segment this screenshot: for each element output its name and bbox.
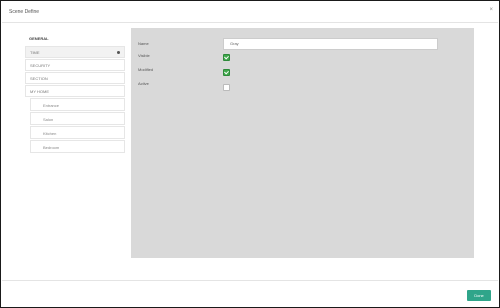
sidebar-subitem-label: Bedroom xyxy=(43,145,60,150)
title-divider xyxy=(2,22,498,23)
modified-checkbox[interactable] xyxy=(223,69,230,76)
dialog-frame: Scene Define × GENERAL TIME SECURITY SEC… xyxy=(0,0,500,308)
sidebar-subitem-bedroom[interactable]: Bedroom xyxy=(30,140,125,153)
sidebar-item-label: GENERAL xyxy=(29,36,49,41)
sidebar: GENERAL TIME SECURITY SECTION MY HOME En… xyxy=(25,33,125,154)
sidebar-subitem-salon[interactable]: Salon xyxy=(30,112,125,125)
modified-label: Modified xyxy=(138,67,154,72)
name-label: Name xyxy=(138,41,149,46)
sidebar-item-section[interactable]: SECTION xyxy=(25,72,125,84)
sidebar-subitem-entrance[interactable]: Entrance xyxy=(30,98,125,111)
sidebar-item-general[interactable]: GENERAL xyxy=(25,33,125,45)
done-button[interactable]: Done xyxy=(467,290,491,301)
active-checkbox[interactable] xyxy=(223,84,230,91)
sidebar-item-time[interactable]: TIME xyxy=(25,46,125,58)
sidebar-subitem-kitchen[interactable]: Kitchen xyxy=(30,126,125,139)
visible-label: Visible xyxy=(138,53,150,58)
sidebar-item-security[interactable]: SECURITY xyxy=(25,59,125,71)
sidebar-item-my-home[interactable]: MY HOME xyxy=(25,85,125,97)
visible-checkbox[interactable] xyxy=(223,54,230,61)
name-input[interactable]: Gray xyxy=(223,38,438,50)
sidebar-item-label: SECURITY xyxy=(30,63,51,68)
dialog-title: Scene Define xyxy=(9,9,40,15)
settings-panel: Name Gray Visible Modified Active xyxy=(131,28,474,258)
active-label: Active xyxy=(138,81,149,86)
sidebar-item-label: TIME xyxy=(30,50,40,55)
sidebar-item-label: MY HOME xyxy=(30,89,50,94)
selected-dot-icon xyxy=(117,51,120,54)
sidebar-subitem-label: Entrance xyxy=(43,103,60,108)
close-icon[interactable]: × xyxy=(489,7,493,13)
sidebar-subitem-label: Salon xyxy=(43,117,54,122)
sidebar-item-label: SECTION xyxy=(30,76,48,81)
sidebar-subitem-label: Kitchen xyxy=(43,131,57,136)
footer-divider xyxy=(2,280,498,281)
